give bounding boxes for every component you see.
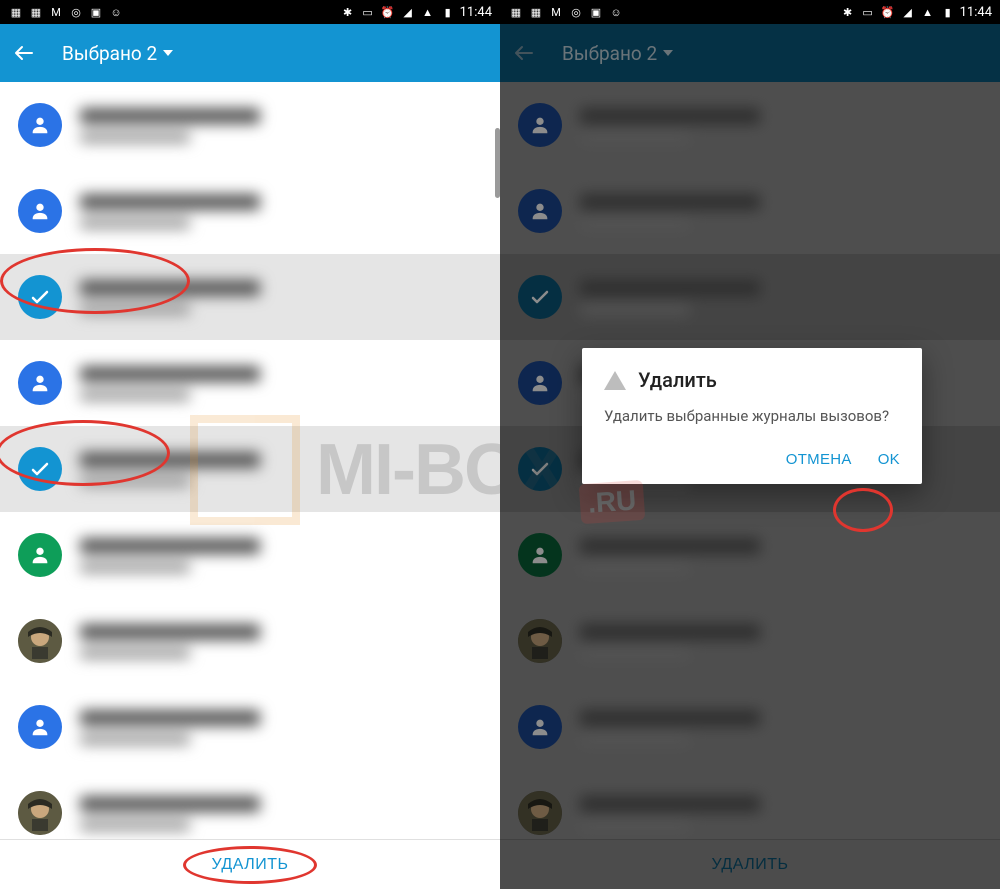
gmail-icon: M (48, 4, 64, 20)
row-text-blurred (80, 538, 482, 573)
bottom-bar: УДАЛИТЬ (0, 839, 500, 889)
wifi-icon: ◢ (900, 4, 916, 20)
row-text-blurred (80, 452, 482, 487)
row-text-blurred (80, 366, 482, 401)
signal-icon: ▲ (920, 4, 936, 20)
person-avatar-icon[interactable] (18, 361, 62, 405)
incognito-icon: ☺ (108, 4, 124, 20)
back-button[interactable] (12, 41, 36, 65)
call-log-row[interactable] (0, 598, 500, 684)
status-right-icons: ✱ ▭ ⏰ ◢ ▲ ▮ 11:44 (340, 4, 492, 20)
photo-icon: ▣ (88, 4, 104, 20)
call-log-row[interactable] (0, 512, 500, 598)
calendar-icon: ▦ (8, 4, 24, 20)
app-icon: ◎ (568, 4, 584, 20)
call-log-row[interactable] (0, 426, 500, 512)
dialog-body: Удалить выбранные журналы вызовов? (604, 406, 900, 427)
contact-photo-avatar[interactable] (18, 619, 62, 663)
dialog-cancel-button[interactable]: ОТМЕНА (786, 451, 852, 468)
signal-icon: ▲ (420, 4, 436, 20)
row-text-blurred (80, 796, 482, 831)
app-bar: Выбрано 2 (0, 24, 500, 82)
call-log-list[interactable] (0, 82, 500, 839)
row-text-blurred (80, 194, 482, 229)
status-left-icons: ▦ ▦ M ◎ ▣ ☺ (8, 4, 124, 20)
status-bar: ▦ ▦ M ◎ ▣ ☺ ✱ ▭ ⏰ ◢ ▲ ▮ 11:44 (0, 0, 500, 24)
app-icon: ◎ (68, 4, 84, 20)
battery-icon: ▮ (440, 4, 456, 20)
battery-icon: ▮ (940, 4, 956, 20)
incognito-icon: ☺ (608, 4, 624, 20)
wifi-icon: ◢ (400, 4, 416, 20)
call-log-row[interactable] (0, 684, 500, 770)
selection-count-dropdown[interactable]: Выбрано 2 (62, 42, 173, 65)
checkmark-avatar[interactable] (18, 447, 62, 491)
row-text-blurred (80, 710, 482, 745)
gmail-icon: M (548, 4, 564, 20)
vibrate-icon: ▭ (860, 4, 876, 20)
person-avatar-icon[interactable] (18, 189, 62, 233)
right-screen: ▦ ▦ M ◎ ▣ ☺ ✱ ▭ ⏰ ◢ ▲ ▮ 11:44 Выбрано 2 … (500, 0, 1000, 889)
calendar-icon: ▦ (528, 4, 544, 20)
vibrate-icon: ▭ (360, 4, 376, 20)
status-right-icons: ✱ ▭ ⏰ ◢ ▲ ▮ 11:44 (840, 4, 992, 20)
row-text-blurred (80, 624, 482, 659)
confirm-delete-dialog: Удалить Удалить выбранные журналы вызово… (582, 348, 922, 484)
call-log-row[interactable] (0, 82, 500, 168)
call-log-row[interactable] (0, 770, 500, 839)
bluetooth-icon: ✱ (840, 4, 856, 20)
photo-icon: ▣ (588, 4, 604, 20)
contact-photo-avatar[interactable] (18, 791, 62, 835)
person-avatar-icon[interactable] (18, 705, 62, 749)
checkmark-avatar[interactable] (18, 275, 62, 319)
person-avatar-icon[interactable] (18, 103, 62, 147)
status-time: 11:44 (960, 5, 992, 20)
status-time: 11:44 (460, 5, 492, 20)
dialog-ok-button[interactable]: OK (878, 451, 900, 468)
calendar-icon: ▦ (508, 4, 524, 20)
call-log-row[interactable] (0, 254, 500, 340)
bluetooth-icon: ✱ (340, 4, 356, 20)
warning-icon (604, 371, 626, 390)
call-log-row[interactable] (0, 340, 500, 426)
row-text-blurred (80, 108, 482, 143)
status-bar: ▦ ▦ M ◎ ▣ ☺ ✱ ▭ ⏰ ◢ ▲ ▮ 11:44 (500, 0, 1000, 24)
call-log-row[interactable] (0, 168, 500, 254)
person-avatar-icon[interactable] (18, 533, 62, 577)
dialog-title: Удалить (638, 368, 717, 392)
status-left-icons: ▦ ▦ M ◎ ▣ ☺ (508, 4, 624, 20)
alarm-icon: ⏰ (880, 4, 896, 20)
delete-button[interactable]: УДАЛИТЬ (211, 856, 288, 874)
row-text-blurred (80, 280, 482, 315)
app-title-text: Выбрано 2 (62, 42, 157, 65)
left-screen: ▦ ▦ M ◎ ▣ ☺ ✱ ▭ ⏰ ◢ ▲ ▮ 11:44 Выбрано 2 … (0, 0, 500, 889)
alarm-icon: ⏰ (380, 4, 396, 20)
chevron-down-icon (163, 50, 173, 56)
calendar-icon: ▦ (28, 4, 44, 20)
